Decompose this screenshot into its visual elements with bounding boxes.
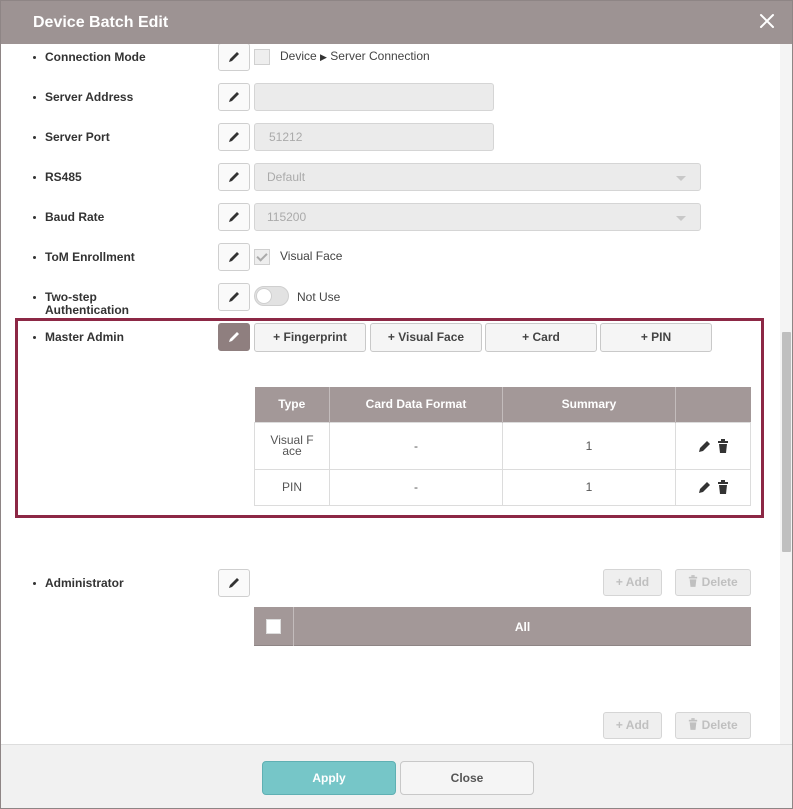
close-button[interactable]: Close	[400, 761, 534, 795]
admin-delete-label-bottom: Delete	[701, 718, 738, 732]
administrator-edit-button[interactable]	[218, 569, 250, 597]
pencil-icon	[229, 578, 239, 588]
column-header-summary: Summary	[502, 387, 676, 422]
server-port-label: Server Port	[33, 130, 110, 144]
admin-delete-button-bottom[interactable]: Delete	[675, 712, 751, 739]
cell-summary: 1	[502, 421, 676, 470]
pencil-icon	[229, 92, 239, 102]
tom-enrollment-label: ToM Enrollment	[33, 250, 135, 264]
connection-mode-suffix: Server Connection	[330, 49, 430, 63]
two-step-auth-value: Not Use	[297, 290, 341, 304]
dialog-titlebar: Device Batch Edit	[1, 1, 792, 44]
table-row: PIN - 1	[254, 468, 751, 506]
connection-mode-checkbox[interactable]	[254, 49, 270, 65]
tom-enrollment-checkbox[interactable]	[254, 249, 270, 265]
cell-type-line2: ace	[282, 443, 302, 458]
pencil-icon	[229, 212, 239, 222]
add-pin-button[interactable]: + PIN	[600, 323, 712, 352]
server-address-label: Server Address	[32, 90, 134, 104]
baud-rate-edit-button[interactable]	[218, 203, 250, 231]
server-address-edit-button[interactable]	[218, 83, 250, 111]
select-all-checkbox[interactable]	[266, 619, 281, 634]
add-visual-face-button[interactable]: + Visual Face	[370, 323, 482, 352]
two-step-label-line1: Two-step	[45, 290, 97, 304]
chevron-down-icon	[676, 216, 686, 221]
master-admin-credentials-table: Type Card Data Format Summary Visual F a…	[254, 387, 751, 506]
rs485-edit-button[interactable]	[218, 163, 250, 191]
pencil-icon	[229, 252, 239, 262]
admin-add-button[interactable]: + Add	[603, 569, 662, 596]
baud-rate-label: Baud Rate	[32, 210, 105, 224]
two-step-auth-edit-button[interactable]	[218, 283, 250, 311]
server-address-input[interactable]	[254, 83, 494, 111]
cell-card-data-format: -	[329, 468, 503, 506]
cell-card-data-format: -	[329, 421, 503, 470]
pencil-icon	[229, 52, 239, 62]
two-step-auth-toggle[interactable]	[254, 286, 289, 306]
dialog-footer: Apply Close	[1, 744, 792, 808]
cell-type: PIN	[254, 468, 330, 506]
vertical-scrollbar[interactable]	[780, 44, 792, 744]
server-port-input[interactable]: 51212	[254, 123, 494, 151]
master-admin-label: Master Admin	[33, 330, 124, 344]
two-step-label-line2: Authentication	[45, 303, 129, 317]
trash-icon	[689, 718, 698, 730]
pencil-icon	[229, 172, 239, 182]
table-row: Visual F ace - 1	[254, 421, 751, 470]
baud-rate-select[interactable]: 115200	[254, 203, 701, 231]
column-header-all: All	[514, 620, 531, 634]
tom-enrollment-edit-button[interactable]	[218, 243, 250, 271]
column-header-actions	[675, 387, 751, 422]
administrator-label: Administrator	[33, 576, 124, 590]
two-step-auth-label: Two-step Authentication	[33, 290, 129, 317]
rs485-label: RS485	[33, 170, 82, 184]
cell-actions	[675, 421, 751, 470]
trash-icon[interactable]	[717, 480, 729, 495]
connection-mode-prefix: Device	[280, 49, 317, 63]
server-port-edit-button[interactable]	[218, 123, 250, 151]
pencil-icon	[229, 292, 239, 302]
tom-enrollment-option: Visual Face	[280, 249, 343, 263]
close-icon[interactable]	[758, 12, 776, 30]
master-admin-edit-button[interactable]	[218, 323, 250, 351]
cell-summary: 1	[502, 468, 676, 506]
device-batch-edit-dialog: Device Batch Edit Connection Mode Device…	[0, 0, 793, 809]
pencil-icon[interactable]	[698, 439, 712, 453]
pencil-icon	[229, 132, 239, 142]
rs485-select[interactable]: Default	[254, 163, 701, 191]
pencil-icon	[229, 332, 239, 342]
cell-type: Visual F ace	[254, 421, 330, 470]
add-fingerprint-button[interactable]: + Fingerprint	[254, 323, 366, 352]
play-arrow-icon: ▶	[320, 52, 327, 62]
dialog-content: Connection Mode Device ▶ Server Connecti…	[1, 44, 780, 744]
connection-mode-label: Connection Mode	[33, 50, 146, 64]
dialog-title: Device Batch Edit	[33, 14, 169, 31]
connection-mode-edit-button[interactable]	[218, 44, 250, 71]
administrator-table-header: All	[254, 607, 751, 646]
admin-add-button-bottom[interactable]: + Add	[603, 712, 662, 739]
cell-actions	[675, 468, 751, 506]
apply-button[interactable]: Apply	[262, 761, 396, 795]
connection-mode-option: Device ▶ Server Connection	[280, 49, 430, 63]
pencil-icon[interactable]	[698, 480, 712, 494]
toggle-knob	[256, 288, 272, 304]
admin-delete-button[interactable]: Delete	[675, 569, 751, 596]
column-header-type: Type	[254, 387, 330, 422]
trash-icon[interactable]	[717, 438, 729, 453]
scrollbar-thumb[interactable]	[782, 332, 791, 552]
admin-delete-label: Delete	[701, 575, 738, 589]
column-header-card-data-format: Card Data Format	[329, 387, 503, 422]
add-card-button[interactable]: + Card	[485, 323, 597, 352]
rs485-selected-value: Default	[267, 170, 306, 184]
trash-icon	[689, 575, 698, 587]
baud-rate-selected-value: 115200	[267, 210, 307, 224]
chevron-down-icon	[676, 176, 686, 181]
